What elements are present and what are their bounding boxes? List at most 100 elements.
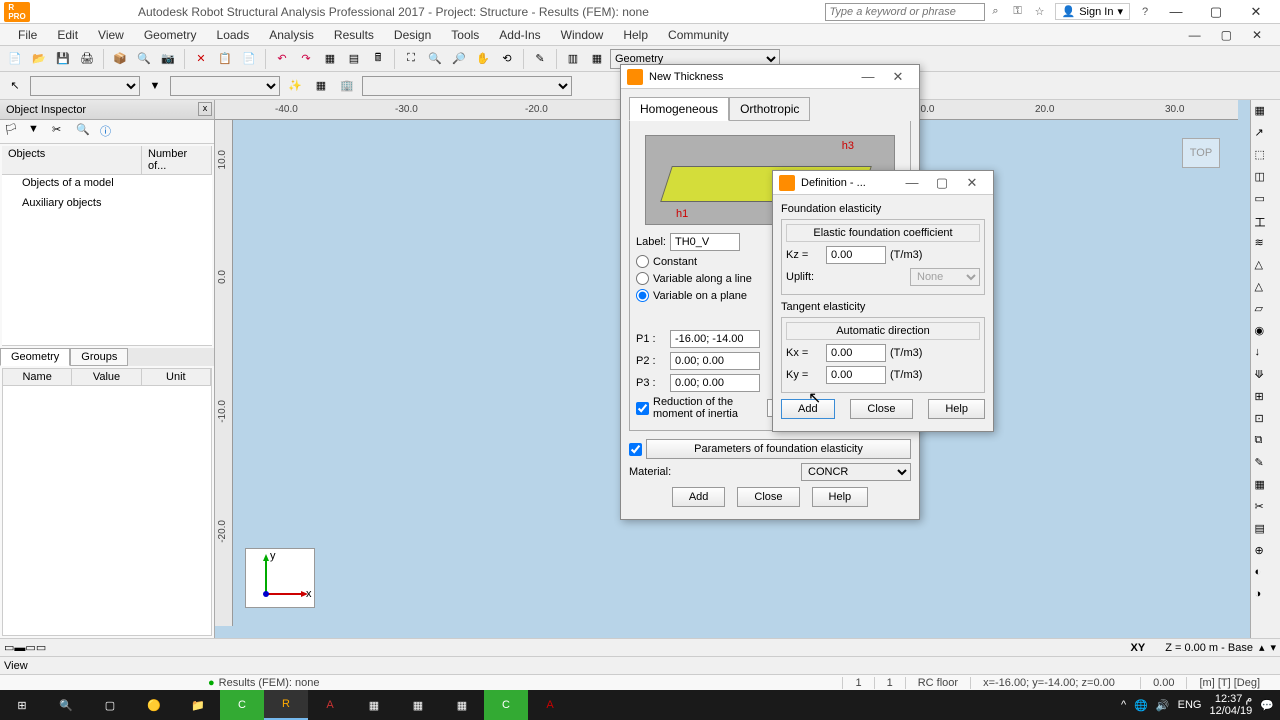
- params-checkbox[interactable]: [629, 443, 642, 456]
- selector-3[interactable]: [362, 76, 572, 96]
- material-select[interactable]: CONCR: [801, 463, 911, 481]
- wand-icon[interactable]: ✨: [284, 75, 306, 97]
- robot-icon[interactable]: R: [264, 690, 308, 720]
- label-input[interactable]: [670, 233, 740, 251]
- explorer-icon[interactable]: 📁: [176, 690, 220, 720]
- rotate-icon[interactable]: ⟲: [496, 48, 518, 70]
- star-icon[interactable]: ☆: [1030, 3, 1050, 21]
- maximize-button[interactable]: ▢: [1196, 0, 1236, 24]
- params-button[interactable]: Parameters of foundation elasticity: [646, 439, 911, 459]
- tree-row[interactable]: Auxiliary objects: [2, 195, 212, 211]
- tab-homogeneous[interactable]: Homogeneous: [629, 97, 729, 121]
- dialog-close-icon[interactable]: ✕: [883, 69, 913, 85]
- snapshot-icon[interactable]: 📷: [157, 48, 179, 70]
- funnel-icon[interactable]: ▼: [28, 123, 46, 141]
- rtool-icon[interactable]: ◉: [1255, 324, 1277, 344]
- kz-input[interactable]: [826, 246, 886, 264]
- pdf-icon[interactable]: A: [528, 690, 572, 720]
- reduction-checkbox[interactable]: [636, 402, 649, 415]
- zoom-in-icon[interactable]: 🔍: [424, 48, 446, 70]
- binoculars-icon[interactable]: ⌕: [986, 3, 1006, 21]
- print-icon[interactable]: 🖨: [76, 48, 98, 70]
- app-icon[interactable]: ▦: [352, 690, 396, 720]
- rtool-icon[interactable]: ⊡: [1255, 412, 1277, 432]
- calculator-icon[interactable]: 🖩: [367, 48, 389, 70]
- dialog-maximize-icon[interactable]: ▢: [927, 175, 957, 191]
- vtool-icon[interactable]: ▭: [25, 641, 35, 654]
- flag-icon[interactable]: 🏳: [4, 123, 22, 141]
- rtool-icon[interactable]: △: [1255, 258, 1277, 278]
- rtool-icon[interactable]: ▦: [1255, 104, 1277, 124]
- menu-design[interactable]: Design: [384, 26, 441, 44]
- redo-icon[interactable]: ↷: [295, 48, 317, 70]
- menu-help[interactable]: Help: [613, 26, 658, 44]
- info-icon[interactable]: ⓘ: [100, 123, 118, 141]
- menu-edit[interactable]: Edit: [47, 26, 88, 44]
- new-icon[interactable]: 📄: [4, 48, 26, 70]
- menu-tools[interactable]: Tools: [441, 26, 489, 44]
- start-button[interactable]: ⊞: [0, 690, 44, 720]
- tree-row[interactable]: Objects of a model: [2, 175, 212, 191]
- calc-icon[interactable]: ▤: [343, 48, 365, 70]
- rtool-icon[interactable]: ◫: [1255, 170, 1277, 190]
- rtool-icon[interactable]: ≋: [1255, 236, 1277, 256]
- tab-groups[interactable]: Groups: [70, 348, 128, 366]
- spinner-up-icon[interactable]: ▴: [1259, 641, 1265, 654]
- undo-icon[interactable]: ↶: [271, 48, 293, 70]
- radio-line[interactable]: [636, 272, 649, 285]
- grid-icon[interactable]: ▦: [310, 75, 332, 97]
- open-icon[interactable]: 📂: [28, 48, 50, 70]
- def-close-button[interactable]: Close: [850, 399, 912, 419]
- tray-vol-icon[interactable]: 🔊: [1156, 699, 1170, 712]
- p3-input[interactable]: [670, 374, 760, 392]
- erase-icon[interactable]: ✂: [52, 123, 70, 141]
- layers-icon[interactable]: ▥: [562, 48, 584, 70]
- rtool-icon[interactable]: ▦: [1255, 478, 1277, 498]
- tray-lang[interactable]: ENG: [1178, 699, 1202, 711]
- selector-2[interactable]: [170, 76, 280, 96]
- tab-orthotropic[interactable]: Orthotropic: [729, 97, 810, 121]
- signin-button[interactable]: 👤 Sign In ▾: [1055, 3, 1130, 20]
- search-taskbar-icon[interactable]: 🔍: [44, 690, 88, 720]
- help-icon[interactable]: ?: [1135, 3, 1155, 21]
- preview-icon[interactable]: 🔍: [133, 48, 155, 70]
- thickness-close-button[interactable]: Close: [737, 487, 799, 507]
- spinner-down-icon[interactable]: ▾: [1270, 641, 1276, 654]
- delete-icon[interactable]: ✕: [190, 48, 212, 70]
- mdi-restore-icon[interactable]: ▢: [1211, 26, 1242, 44]
- rtool-icon[interactable]: ⬚: [1255, 148, 1277, 168]
- key-icon[interactable]: ⚿: [1008, 3, 1028, 21]
- rtool-icon[interactable]: ✎: [1255, 456, 1277, 476]
- menu-loads[interactable]: Loads: [207, 26, 260, 44]
- dialog-close-icon[interactable]: ✕: [957, 175, 987, 191]
- app-icon[interactable]: ▦: [440, 690, 484, 720]
- cursor-icon[interactable]: ↖: [4, 75, 26, 97]
- autocad-icon[interactable]: A: [308, 690, 352, 720]
- thickness-help-button[interactable]: Help: [812, 487, 869, 507]
- menu-view[interactable]: View: [88, 26, 134, 44]
- filter-icon[interactable]: ▼: [144, 75, 166, 97]
- mdi-close-icon[interactable]: ✕: [1242, 26, 1272, 44]
- menu-addins[interactable]: Add-Ins: [489, 26, 550, 44]
- app-icon[interactable]: ▦: [396, 690, 440, 720]
- menu-results[interactable]: Results: [324, 26, 384, 44]
- rtool-icon[interactable]: ◐: [1255, 566, 1277, 586]
- rtool-icon[interactable]: ✂: [1255, 500, 1277, 520]
- thickness-add-button[interactable]: Add: [672, 487, 726, 507]
- axis-triad[interactable]: xy: [245, 548, 315, 608]
- zoom-window-icon[interactable]: 🔎: [448, 48, 470, 70]
- view-orientation-badge[interactable]: TOP: [1182, 138, 1220, 168]
- tab-geometry[interactable]: Geometry: [0, 348, 70, 366]
- rtool-icon[interactable]: ↗: [1255, 126, 1277, 146]
- rtool-icon[interactable]: ⏥: [1255, 302, 1277, 322]
- copy-icon[interactable]: 📋: [214, 48, 236, 70]
- def-help-button[interactable]: Help: [928, 399, 985, 419]
- close-button[interactable]: ✕: [1236, 0, 1276, 24]
- save-icon[interactable]: 💾: [52, 48, 74, 70]
- rtool-icon[interactable]: △: [1255, 280, 1277, 300]
- menu-geometry[interactable]: Geometry: [134, 26, 207, 44]
- mdi-minimize-icon[interactable]: —: [1179, 26, 1211, 44]
- minimize-button[interactable]: —: [1156, 0, 1196, 24]
- radio-plane[interactable]: [636, 289, 649, 302]
- chrome-icon[interactable]: 🟡: [132, 690, 176, 720]
